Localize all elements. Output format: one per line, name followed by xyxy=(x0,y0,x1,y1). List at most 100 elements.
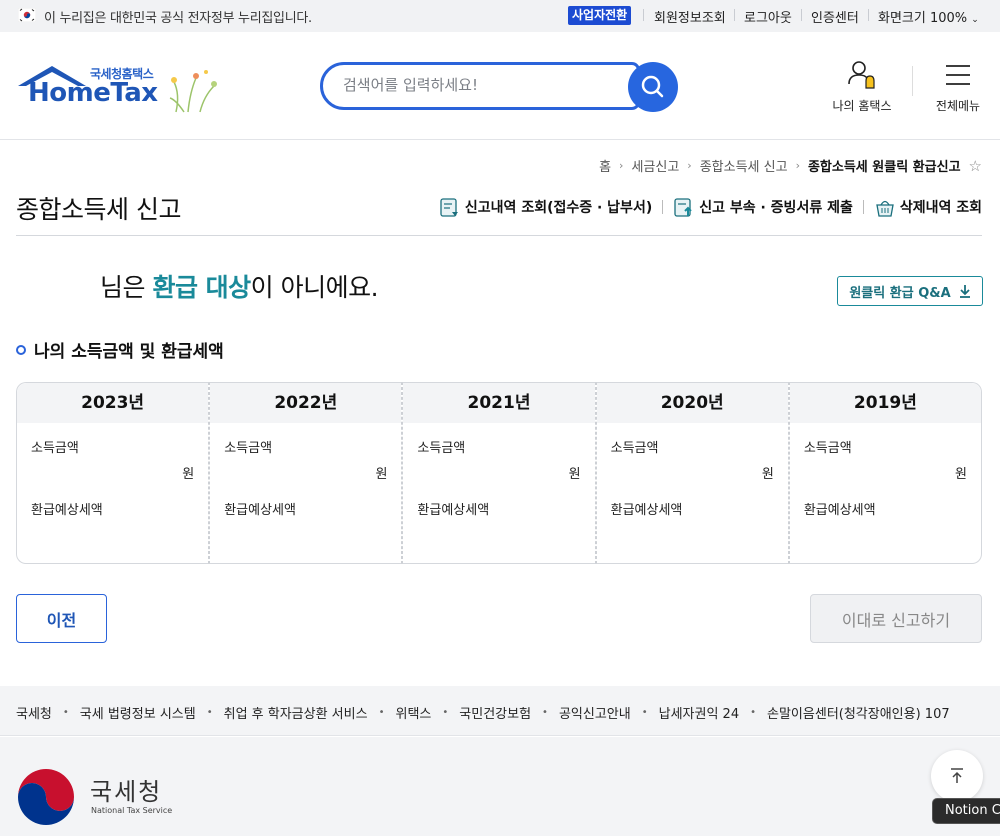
logo-wordmark: HomeTax xyxy=(28,78,158,108)
screen-size-label: 화면크기 100% xyxy=(878,11,968,26)
divider xyxy=(643,9,644,21)
income-label: 소득금액 xyxy=(31,441,79,456)
refund-qa-button[interactable]: 원클릭 환급 Q&A xyxy=(837,276,983,306)
screen-size-selector[interactable]: 화면크기 100% ⌄ xyxy=(878,7,979,26)
breadcrumb-tax-report[interactable]: 세금신고 xyxy=(631,156,679,175)
deleted-history-link[interactable]: 삭제내역 조회 xyxy=(874,196,982,218)
business-switch-button[interactable]: 사업자전환 xyxy=(568,6,632,25)
prev-button[interactable]: 이전 xyxy=(16,594,107,643)
footer-links: 국세청 • 국세 법령정보 시스템 • 취업 후 학자금상환 서비스 • 위택스 • 국… xyxy=(0,686,1000,736)
logout-link[interactable]: 로그아웃 xyxy=(744,7,792,26)
favorite-star-icon[interactable]: ☆ xyxy=(969,157,982,175)
submit-documents-label: 신고 부속 · 증빙서류 제출 xyxy=(699,200,853,216)
breadcrumb-home[interactable]: 홈 xyxy=(599,156,611,175)
member-info-link[interactable]: 회원정보조회 xyxy=(654,7,726,26)
year-card-title: 2023년 xyxy=(17,383,209,423)
income-label: 소득금액 xyxy=(610,441,659,456)
divider xyxy=(734,9,735,21)
footer-link[interactable]: 공익신고안내 xyxy=(559,703,631,722)
gov-notice-bar: 이 누리집은 대한민국 공식 전자정부 누리집입니다. 사업자전환 회원정보조회… xyxy=(0,0,1000,32)
section-title-text: 나의 소득금액 및 환급세액 xyxy=(34,342,224,362)
flower-illustration-icon xyxy=(169,70,217,113)
download-icon xyxy=(959,285,970,298)
search-box xyxy=(320,62,640,110)
my-hometax-label: 나의 홈택스 xyxy=(832,99,892,113)
dot-separator: • xyxy=(542,707,548,718)
search-icon xyxy=(641,75,664,98)
document-search-icon xyxy=(440,198,458,217)
message-suffix: 이 아니에요. xyxy=(250,273,379,302)
submit-documents-link[interactable]: 신고 부속 · 증빙서류 제출 xyxy=(673,196,853,218)
korea-flag-icon xyxy=(18,8,36,22)
breadcrumb-income-tax[interactable]: 종합소득세 신고 xyxy=(700,156,788,175)
footer-link[interactable]: 손말이음센터(청각장애인용) 107 xyxy=(767,703,950,722)
year-card: 2019년 소득금액 원 환급예상세액 xyxy=(788,382,983,564)
report-history-link[interactable]: 신고내역 조회(접수증 · 납부서) xyxy=(439,196,652,218)
dot-separator: • xyxy=(641,707,648,718)
deleted-history-label: 삭제내역 조회 xyxy=(899,200,982,216)
message-prefix: 님은 xyxy=(100,273,153,302)
footer-link[interactable]: 취업 후 학자금상환 서비스 xyxy=(224,703,368,722)
footer-link[interactable]: 위택스 xyxy=(395,703,431,722)
scroll-top-button[interactable] xyxy=(931,750,983,802)
refund-label: 환급예상세액 xyxy=(610,503,683,518)
all-menu-button[interactable]: 전체메뉴 xyxy=(930,58,986,114)
my-hometax-button[interactable]: 나의 홈택스 xyxy=(828,58,896,114)
refund-label: 환급예상세액 xyxy=(31,503,103,518)
divider xyxy=(801,9,802,21)
refund-qa-label: 원클릭 환급 Q&A xyxy=(849,285,951,301)
divider xyxy=(16,235,982,236)
footer-link[interactable]: 국민건강보험 xyxy=(459,703,531,722)
refund-label: 환급예상세액 xyxy=(417,503,490,518)
submit-report-button[interactable]: 이대로 신고하기 xyxy=(810,594,982,643)
nts-emblem-icon xyxy=(18,769,74,825)
hamburger-menu-icon xyxy=(946,65,970,85)
footer-link[interactable]: 납세자권익 24 xyxy=(659,703,739,722)
chevron-down-icon: ⌄ xyxy=(971,15,979,25)
income-unit: 원 xyxy=(955,467,968,482)
chevron-right-icon: › xyxy=(687,159,692,172)
year-card-title: 2020년 xyxy=(596,383,788,423)
refund-label: 환급예상세액 xyxy=(224,503,296,518)
income-label: 소득금액 xyxy=(803,441,852,456)
income-label: 소득금액 xyxy=(224,441,273,456)
income-unit: 원 xyxy=(568,467,581,482)
year-card-title: 2022년 xyxy=(210,383,402,423)
document-upload-icon xyxy=(674,198,692,217)
hometax-logo[interactable]: 국세청홈택스 HomeTax xyxy=(16,64,226,116)
dot-separator: • xyxy=(62,707,69,718)
income-unit: 원 xyxy=(375,467,388,482)
dot-separator: • xyxy=(750,707,757,718)
dot-separator: • xyxy=(206,707,213,718)
section-title: 나의 소득금액 및 환급세액 xyxy=(16,337,224,362)
year-card-title: 2019년 xyxy=(789,383,982,423)
user-bell-icon xyxy=(848,61,875,89)
income-unit: 원 xyxy=(182,467,195,482)
search-input[interactable] xyxy=(343,76,623,94)
bullet-circle-icon xyxy=(16,344,26,355)
page-title: 종합소득세 신고 xyxy=(16,195,181,224)
refund-status-message: 님은 환급 대상이 아니에요. xyxy=(100,268,379,304)
yearly-income-cards: 2023년 소득금액 원 환급예상세액 2022년 소득금액 원 환급예상세액 … xyxy=(16,382,983,564)
divider xyxy=(662,200,664,214)
footer-link[interactable]: 국세청 xyxy=(16,703,52,722)
income-label: 소득금액 xyxy=(417,441,466,456)
basket-icon xyxy=(876,200,894,217)
site-header: 국세청홈택스 HomeTax 나의 홈택스 전체메뉴 xyxy=(0,32,1000,140)
year-card: 2023년 소득금액 원 환급예상세액 xyxy=(16,382,210,564)
report-history-label: 신고내역 조회(접수증 · 납부서) xyxy=(464,200,653,216)
chevron-right-icon: › xyxy=(619,159,624,172)
dot-separator: • xyxy=(378,707,385,718)
year-card: 2021년 소득금액 원 환급예상세액 xyxy=(402,382,596,564)
year-card-title: 2021년 xyxy=(403,383,595,423)
nts-name: 국세청 xyxy=(90,778,163,806)
year-card: 2022년 소득금액 원 환급예상세액 xyxy=(209,382,403,564)
footer-link[interactable]: 국세 법령정보 시스템 xyxy=(80,703,196,722)
divider xyxy=(868,9,869,21)
nts-english-name: National Tax Service xyxy=(91,806,173,815)
chevron-right-icon: › xyxy=(795,159,800,172)
dot-separator: • xyxy=(442,707,449,718)
breadcrumb-current: 종합소득세 원클릭 환급신고 xyxy=(807,160,961,175)
search-button[interactable] xyxy=(628,62,678,112)
cert-center-link[interactable]: 인증센터 xyxy=(811,7,859,26)
